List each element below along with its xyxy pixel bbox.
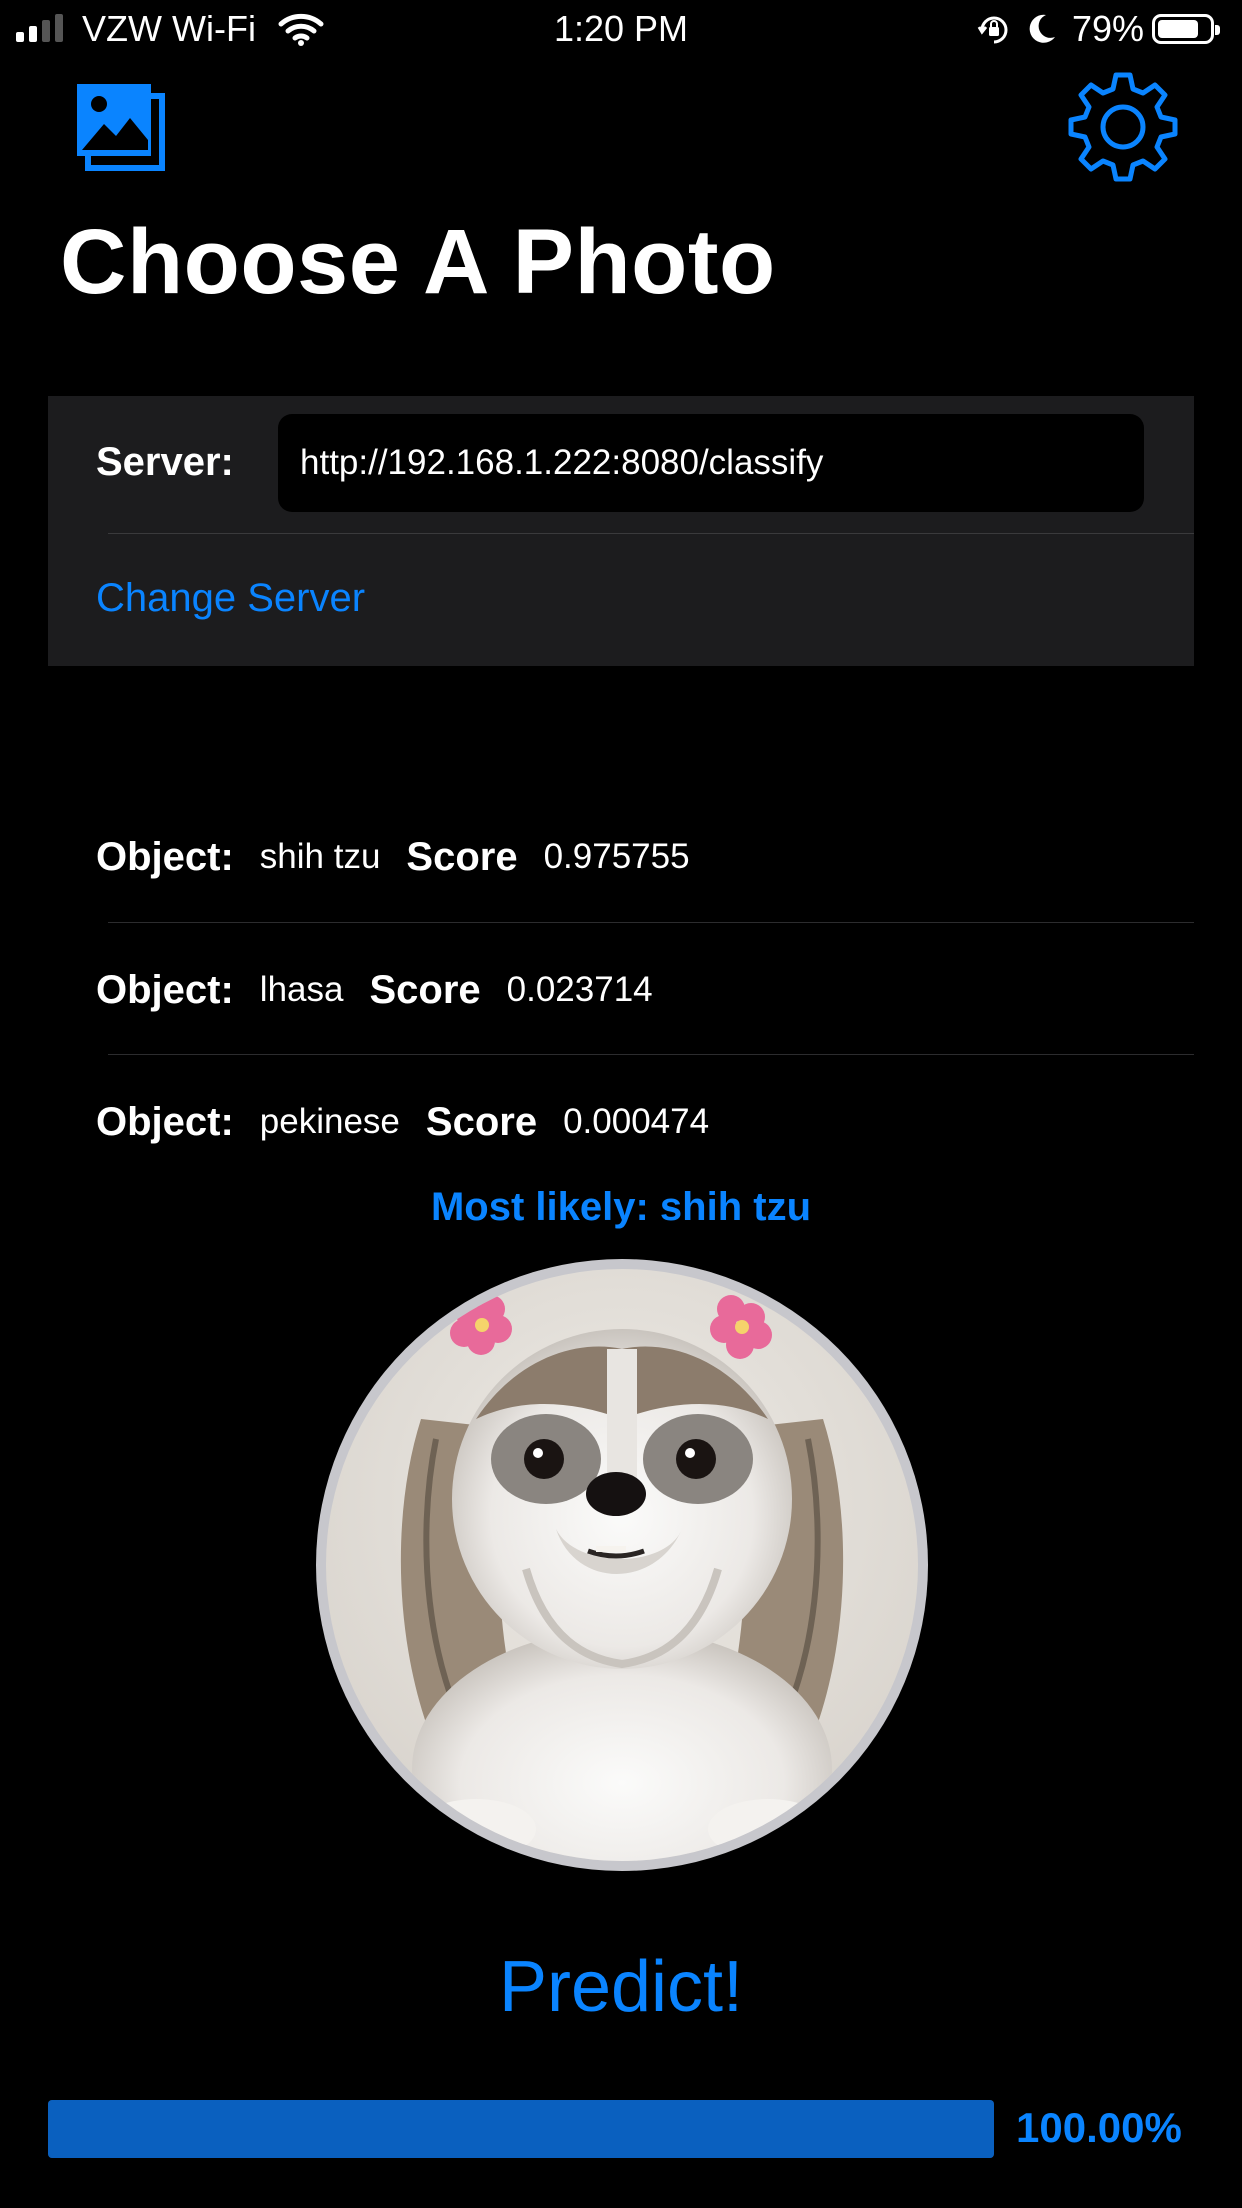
score-label: Score xyxy=(425,1099,538,1144)
divider xyxy=(108,922,1194,923)
object-label: Object: xyxy=(96,1099,234,1144)
score-value: 0.000474 xyxy=(563,1102,710,1141)
progress-bar xyxy=(48,2100,994,2158)
rotation-lock-icon xyxy=(976,12,1012,57)
change-server-button[interactable]: Change Server xyxy=(96,576,365,621)
score-value: 0.023714 xyxy=(506,970,653,1009)
object-value: shih tzu xyxy=(259,837,381,876)
server-label: Server: xyxy=(96,440,234,484)
progress-fill xyxy=(48,2100,994,2158)
moon-icon xyxy=(1026,12,1058,55)
page-title: Choose A Photo xyxy=(60,211,776,313)
object-value: lhasa xyxy=(259,970,344,1009)
predict-button[interactable]: Predict! xyxy=(0,1946,1242,2028)
photos-icon[interactable] xyxy=(74,80,166,177)
battery-icon xyxy=(1152,14,1220,44)
object-value: pekinese xyxy=(259,1102,400,1141)
score-value: 0.975755 xyxy=(543,837,690,876)
battery-percent: 79% xyxy=(1072,8,1145,49)
object-label: Object: xyxy=(96,834,234,879)
most-likely-label: Most likely: shih tzu xyxy=(430,1185,812,1229)
gear-icon[interactable] xyxy=(1060,64,1186,195)
result-row: Object: lhasa Score 0.023714 xyxy=(96,924,1194,1056)
score-label: Score xyxy=(406,834,518,879)
server-input[interactable] xyxy=(278,414,1144,512)
object-label: Object: xyxy=(96,967,234,1012)
score-label: Score xyxy=(369,967,481,1012)
divider xyxy=(108,1054,1194,1055)
divider xyxy=(108,533,1194,534)
result-row: Object: pekinese Score 0.000474 xyxy=(96,1056,1194,1188)
progress-percent: 100.00% xyxy=(1016,2104,1182,2151)
status-bar: VZW Wi-Fi 1:20 PM 79% xyxy=(0,0,1242,60)
dog-photo xyxy=(326,1269,918,1861)
selected-photo[interactable] xyxy=(316,1259,928,1871)
result-row: Object: shih tzu Score 0.975755 xyxy=(96,791,1194,923)
server-card: Server: Change Server xyxy=(48,396,1194,666)
